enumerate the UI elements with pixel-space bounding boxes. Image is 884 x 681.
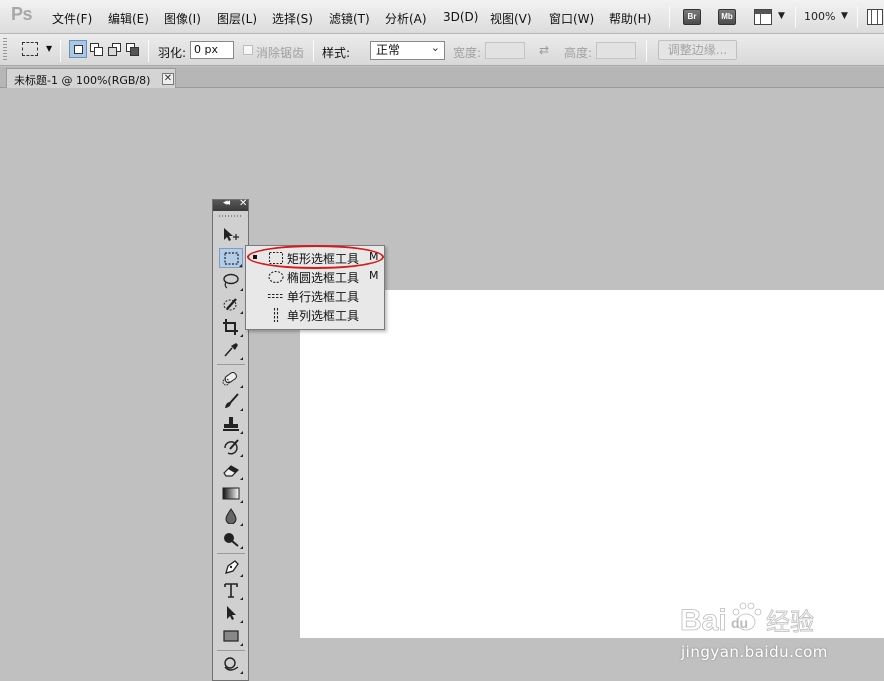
options-divider (646, 40, 647, 62)
document-tab[interactable]: 未标题-1 @ 100%(RGB/8) ✕ (6, 68, 176, 88)
photoshop-logo: Ps (11, 4, 33, 24)
type-tool[interactable] (219, 580, 243, 600)
launch-bridge-button[interactable]: Br (683, 9, 701, 25)
subtract-from-selection-button[interactable] (105, 40, 123, 58)
dodge-tool[interactable] (219, 529, 243, 549)
move-tool[interactable] (219, 225, 243, 245)
options-grip[interactable] (3, 38, 7, 62)
menu-filter[interactable]: 滤镜(T) (329, 10, 370, 27)
new-selection-button[interactable] (69, 40, 87, 58)
menu-layer[interactable]: 图层(L) (217, 10, 257, 27)
document-canvas[interactable] (300, 290, 884, 638)
lasso-tool[interactable] (219, 271, 243, 291)
screen-mode-button[interactable] (867, 9, 883, 25)
tools-panel: ◂◂ ✕ (212, 198, 249, 681)
flyout-shortcut: M (369, 269, 379, 282)
document-tab-title: 未标题-1 @ 100%(RGB/8) (14, 74, 151, 87)
options-divider (148, 40, 149, 62)
tools-divider (217, 650, 245, 651)
tool-preset-icon[interactable] (22, 42, 38, 56)
arrange-documents-button[interactable] (754, 9, 772, 25)
menu-analysis[interactable]: 分析(A) (385, 10, 427, 27)
baidu-watermark-logo: Bai du 经验 (680, 602, 814, 637)
crop-tool[interactable] (219, 317, 243, 337)
width-input[interactable] (485, 42, 525, 59)
3d-rotate-tool[interactable] (219, 654, 243, 674)
gradient-tool[interactable] (219, 483, 243, 503)
flyout-item-label: 单列选框工具 (287, 309, 360, 323)
tools-panel-header[interactable]: ◂◂ ✕ (213, 198, 248, 211)
tools-grip[interactable] (219, 215, 243, 217)
document-tab-strip: 未标题-1 @ 100%(RGB/8) ✕ (0, 67, 884, 88)
options-divider (313, 40, 314, 62)
svg-text:经验: 经验 (766, 608, 814, 636)
feather-label: 羽化: (158, 46, 187, 60)
chevron-down-icon[interactable]: ▼ (841, 11, 848, 21)
pen-tool[interactable] (219, 557, 243, 577)
eyedropper-tool[interactable] (219, 340, 243, 360)
refine-edge-button[interactable]: 调整边缘... (658, 40, 737, 60)
flyout-item-single-column-marquee[interactable]: 单列选框工具 (246, 305, 384, 324)
add-to-selection-button[interactable] (87, 40, 105, 58)
svg-text:Bai: Bai (680, 604, 727, 637)
menu-divider (669, 6, 670, 28)
watermark-url: jingyan.baidu.com (681, 643, 828, 661)
tools-divider (217, 553, 245, 554)
brush-tool[interactable] (219, 391, 243, 411)
feather-input[interactable]: 0 px (190, 41, 234, 59)
menu-help[interactable]: 帮助(H) (609, 10, 651, 27)
close-icon[interactable]: ✕ (162, 73, 174, 85)
swap-icon[interactable]: ⇄ (539, 43, 549, 57)
svg-text:du: du (731, 615, 748, 631)
launch-minibridge-button[interactable]: Mb (718, 9, 736, 25)
flyout-item-ellipse-marquee[interactable]: 椭圆选框工具 M (246, 267, 384, 286)
style-select[interactable]: 正常 (370, 39, 445, 60)
blur-tool[interactable] (219, 506, 243, 526)
width-label: 宽度: (453, 46, 482, 60)
flyout-item-single-row-marquee[interactable]: 单行选框工具 (246, 286, 384, 305)
menu-window[interactable]: 窗口(W) (549, 10, 594, 27)
options-divider (60, 40, 61, 62)
tools-divider (217, 364, 245, 365)
rectangle-tool[interactable] (219, 626, 243, 646)
menu-bar: Ps 文件(F) 编辑(E) 图像(I) 图层(L) 选择(S) 滤镜(T) 分… (0, 0, 884, 34)
rectangular-marquee-tool[interactable] (219, 248, 243, 268)
height-input[interactable] (596, 42, 636, 59)
menu-edit[interactable]: 编辑(E) (108, 10, 149, 27)
antialias-label: 消除锯齿 (256, 46, 305, 60)
single-row-marquee-icon (268, 293, 284, 299)
eraser-tool[interactable] (219, 460, 243, 480)
menu-divider (857, 6, 858, 28)
spot-healing-brush-tool[interactable] (219, 368, 243, 388)
flyout-item-label: 单行选框工具 (287, 290, 360, 304)
menu-select[interactable]: 选择(S) (272, 10, 313, 27)
menu-image[interactable]: 图像(I) (164, 10, 201, 27)
single-column-marquee-icon (273, 308, 279, 322)
menu-file[interactable]: 文件(F) (52, 10, 92, 27)
quick-selection-tool[interactable] (219, 294, 243, 314)
collapse-icon[interactable]: ◂◂ (223, 198, 230, 208)
style-label: 样式: (322, 46, 351, 60)
menu-3d[interactable]: 3D(D) (443, 10, 478, 24)
flyout-item-label: 椭圆选框工具 (287, 271, 360, 285)
ellipse-marquee-icon (268, 270, 284, 284)
antialias-checkbox[interactable] (243, 45, 253, 55)
chevron-down-icon[interactable]: ▼ (46, 44, 52, 53)
menu-divider (795, 6, 796, 28)
intersect-selection-button[interactable] (123, 40, 141, 58)
path-selection-tool[interactable] (219, 603, 243, 623)
menu-view[interactable]: 视图(V) (490, 10, 532, 27)
zoom-level[interactable]: 100% (804, 10, 835, 23)
red-highlight-ellipse (247, 245, 384, 269)
close-icon[interactable]: ✕ (239, 198, 247, 209)
history-brush-tool[interactable] (219, 437, 243, 457)
clone-stamp-tool[interactable] (219, 414, 243, 434)
options-bar: ▼ 羽化: 0 px 消除锯齿 样式: 正常 宽度: ⇄ 高度: 调整边缘... (0, 34, 884, 66)
height-label: 高度: (564, 46, 593, 60)
chevron-down-icon[interactable]: ▼ (778, 11, 785, 21)
